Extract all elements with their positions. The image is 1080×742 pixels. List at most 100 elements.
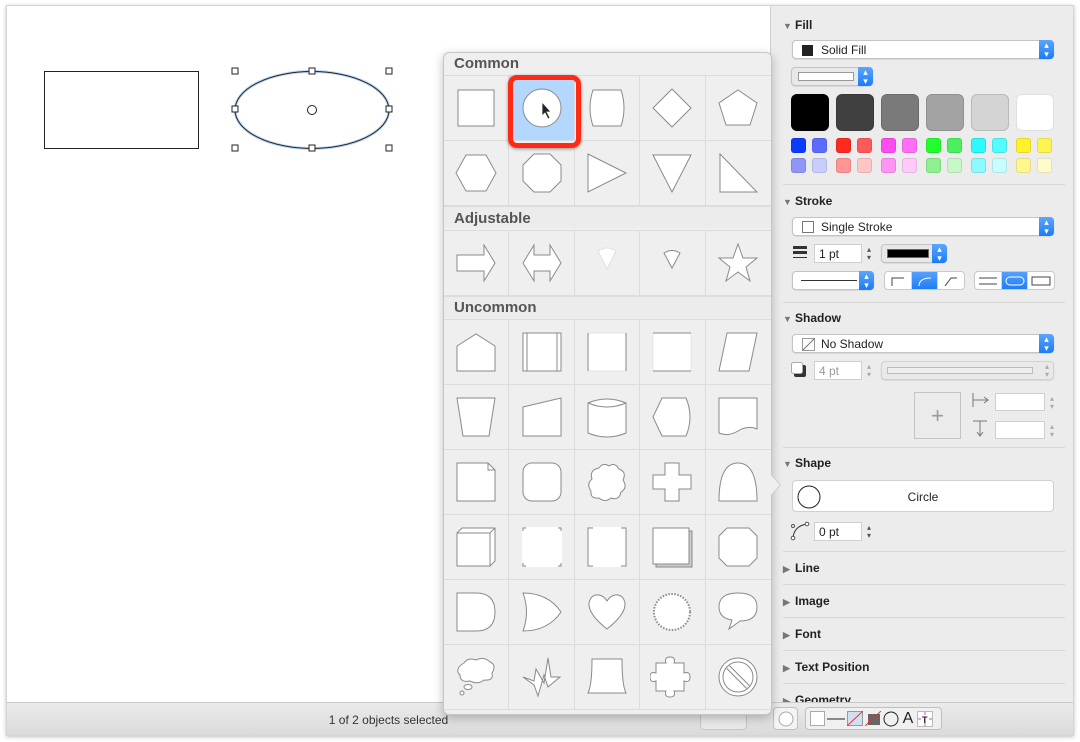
font-section-header[interactable]: ▶ Font — [783, 627, 821, 641]
round-corner-option[interactable] — [911, 272, 939, 289]
shape-option-cube[interactable] — [444, 515, 510, 580]
shadow-type-select[interactable]: No Shadow ▴ ▾ — [792, 334, 1054, 353]
color-swatch[interactable] — [902, 138, 917, 153]
color-swatch[interactable] — [881, 138, 896, 153]
shape-option-wedge-wide[interactable] — [574, 231, 641, 296]
shape-option-prohibited[interactable] — [705, 645, 771, 710]
style-preview-button[interactable] — [773, 707, 798, 730]
shadow-color-well[interactable]: ▴ ▾ — [881, 361, 1054, 380]
shadow-blur-field[interactable]: 4 pt — [814, 361, 862, 380]
shape-option-starburst[interactable] — [640, 580, 706, 645]
color-swatch[interactable] — [947, 158, 962, 173]
line-cap-control[interactable] — [974, 271, 1055, 290]
text-position-style-icon[interactable]: T — [917, 710, 933, 727]
gray-swatch[interactable] — [881, 94, 919, 131]
shadow-section-header[interactable]: ▼ Shadow — [783, 311, 841, 325]
shadow-blur-stepper[interactable]: ▴ ▾ — [863, 361, 875, 380]
color-swatch[interactable] — [857, 138, 872, 153]
shape-section-header[interactable]: ▼ Shape — [783, 456, 831, 470]
shape-option-trapezoid-curved[interactable] — [574, 645, 641, 710]
shape-option-folded-page[interactable] — [444, 450, 510, 515]
rectangle-object[interactable] — [44, 71, 199, 149]
color-swatch[interactable] — [1037, 158, 1052, 173]
shape-option-octagon[interactable] — [509, 141, 575, 206]
shape-option-right-triangle[interactable] — [705, 141, 771, 206]
color-swatch[interactable] — [902, 158, 917, 173]
shape-option-hexagon[interactable] — [444, 141, 510, 206]
offset-x-stepper[interactable]: ▴ ▾ — [1046, 393, 1058, 412]
color-swatch[interactable] — [812, 158, 827, 173]
shape-option-triangle-down[interactable] — [640, 141, 706, 206]
shape-option-puzzle-piece[interactable] — [640, 645, 706, 710]
color-swatch[interactable] — [992, 158, 1007, 173]
fill-color-well[interactable]: ▴ ▾ — [791, 67, 873, 86]
image-section-header[interactable]: ▶ Image — [783, 594, 830, 608]
shape-option-rounded-rectangle[interactable] — [574, 76, 641, 141]
color-swatch[interactable] — [812, 138, 827, 153]
line-section-header[interactable]: ▶ Line — [783, 561, 820, 575]
shape-option-arrow-right[interactable] — [444, 231, 510, 296]
shape-option-wedge-narrow[interactable] — [640, 231, 706, 296]
color-swatch[interactable] — [1016, 158, 1031, 173]
shape-option-bracketed-rect[interactable] — [509, 320, 575, 385]
shadow-offset-pad[interactable]: + — [914, 392, 961, 439]
shape-option-manual-input[interactable] — [509, 385, 575, 450]
shape-option-speech-bubble[interactable] — [705, 580, 771, 645]
gray-swatch[interactable] — [926, 94, 964, 131]
color-swatch[interactable] — [857, 158, 872, 173]
shape-option-heart[interactable] — [574, 580, 641, 645]
bevel-corner-option[interactable] — [938, 272, 964, 289]
color-swatch[interactable] — [791, 138, 806, 153]
shape-option-notched-rect[interactable] — [509, 515, 575, 580]
stroke-width-stepper[interactable]: ▴ ▾ — [863, 244, 875, 263]
color-swatch[interactable] — [836, 138, 851, 153]
geometry-section-header[interactable]: ▶ Geometry — [783, 693, 851, 702]
shape-option-triangle-right[interactable] — [574, 141, 641, 206]
shadow-offset-x-field[interactable] — [995, 393, 1045, 411]
shape-option-thought-bubble[interactable] — [444, 645, 510, 710]
shape-option-or-gate[interactable] — [509, 580, 575, 645]
shape-option-parallelogram[interactable] — [705, 320, 771, 385]
stroke-color-well[interactable]: ▴ ▾ — [881, 244, 947, 263]
shape-option-document[interactable] — [705, 385, 771, 450]
corner-radius-field[interactable]: 0 pt — [814, 522, 862, 541]
color-swatch[interactable] — [992, 138, 1007, 153]
shape-option-star[interactable] — [705, 231, 771, 296]
shape-option-display[interactable] — [640, 385, 706, 450]
shape-option-cloud[interactable] — [574, 450, 641, 515]
shape-option-double-arrow[interactable] — [509, 231, 575, 296]
sharp-corner-option[interactable] — [885, 272, 912, 289]
color-swatch[interactable] — [1016, 138, 1031, 153]
color-swatch[interactable] — [1037, 138, 1052, 153]
color-swatch[interactable] — [947, 138, 962, 153]
shape-option-cross[interactable] — [640, 450, 706, 515]
fill-style-icon[interactable] — [810, 711, 825, 726]
image-style-icon[interactable] — [847, 711, 863, 726]
butt-cap-option[interactable] — [975, 272, 1002, 289]
shadow-style-icon[interactable] — [865, 711, 881, 726]
fill-type-select[interactable]: Solid Fill ▴ ▾ — [792, 40, 1054, 59]
stroke-width-field[interactable]: 1 pt — [814, 244, 862, 263]
shape-option-octagon-cut[interactable] — [705, 515, 771, 580]
shape-option-diamond[interactable] — [640, 76, 706, 141]
stroke-style-icon[interactable] — [827, 711, 845, 726]
shape-option-stacked-pages[interactable] — [640, 515, 706, 580]
shape-option-notched-rect-2[interactable] — [574, 515, 641, 580]
shape-option-plain-rect-2[interactable] — [640, 320, 706, 385]
corner-style-control[interactable] — [884, 271, 965, 290]
color-swatch[interactable] — [791, 158, 806, 173]
color-swatch[interactable] — [836, 158, 851, 173]
square-cap-option[interactable] — [1028, 272, 1054, 289]
shadow-offset-y-field[interactable] — [995, 421, 1045, 439]
shape-option-house[interactable] — [444, 320, 510, 385]
shape-option-rectangle[interactable] — [444, 76, 510, 141]
color-swatch[interactable] — [926, 158, 941, 173]
font-style-icon[interactable]: A — [901, 710, 915, 728]
shape-option-plain-rect[interactable] — [574, 320, 641, 385]
gray-swatch[interactable] — [791, 94, 829, 131]
text-position-section-header[interactable]: ▶ Text Position — [783, 660, 869, 674]
color-swatch[interactable] — [971, 158, 986, 173]
gray-swatch[interactable] — [836, 94, 874, 131]
round-cap-option[interactable] — [1001, 272, 1029, 289]
stroke-section-header[interactable]: ▼ Stroke — [783, 194, 832, 208]
